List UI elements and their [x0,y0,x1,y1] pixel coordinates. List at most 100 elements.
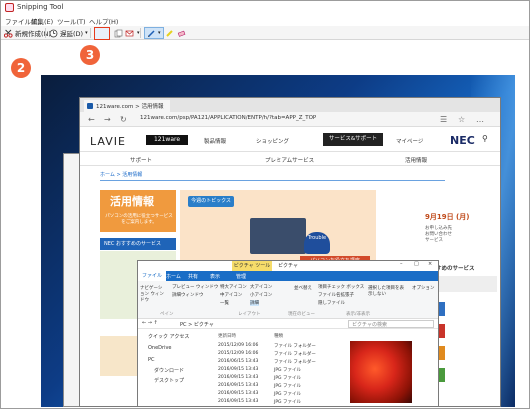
table-row[interactable]: 2015/12/09 16:06 ファイル フォルダー [214,351,340,358]
dropdown-arrow-icon: ▾ [85,30,88,36]
divider [100,180,445,181]
group-pane: ペイン [160,312,174,317]
view-medium[interactable]: 中アイコン [220,292,242,298]
ribbon-tab-share[interactable]: 共有 [188,273,198,280]
sub-nav: サポート プレミアムサービス 活用情報 [80,152,500,166]
pen-button[interactable]: ▾ [144,27,164,39]
clock-icon [49,29,58,37]
side-info: お申し込み先 お問い合わせ サービス [425,226,485,256]
ribbon-tab-manage[interactable]: 管理 [236,273,246,280]
column-modified[interactable]: 更新日時 [218,333,236,339]
column-type[interactable]: 種類 [274,333,283,339]
topics-label: 今週のトピックス [188,196,234,207]
sort-button[interactable]: 並べ替え [294,285,312,291]
row-type: JPG ファイル [274,384,301,389]
hide-selected-button[interactable]: 選択した項目を表示しない [368,285,404,297]
maximize-icon[interactable]: □ [414,261,419,267]
eraser-icon [177,30,186,37]
tree-quick-access[interactable]: クイック アクセス [148,333,189,340]
subnav-support[interactable]: サポート [130,156,152,164]
view-extra-large[interactable]: 特大アイコン [220,284,247,290]
view-small[interactable]: 小アイコン [250,292,272,298]
scissors-icon [4,29,13,38]
view-details[interactable]: 詳細 [250,300,259,306]
ribbon-tab-file[interactable]: ファイル [138,271,167,281]
search-input[interactable]: ピクチャの検索 [348,320,434,328]
checkbox-hidden[interactable]: 隠しファイル [318,300,345,306]
view-large[interactable]: 大アイコン [250,284,272,290]
nav-arrows-icon[interactable]: ← → ↑ [142,320,158,326]
subnav-premium[interactable]: プレミアムサービス [265,156,314,164]
ribbon-tab-home[interactable]: ホーム [166,273,181,280]
more-icon[interactable]: … [476,115,484,124]
picture-tools-tab[interactable]: ピクチャ ツール [232,261,272,271]
table-row[interactable]: 2016/09/15 13:43 JPG ファイル [214,375,340,382]
new-snip-button[interactable]: 新規作成(N) [4,27,51,39]
checkbox-items[interactable]: 項目チェック ボックス [318,284,364,290]
ribbon-tab-view[interactable]: 表示 [210,273,220,280]
tree-pc[interactable]: PC [148,357,155,363]
menu-bar: ファイル(F) 編集(E) ツール(T) ヘルプ(H) [1,15,529,26]
forward-icon[interactable]: → [104,115,111,124]
breadcrumb[interactable]: ホーム > 活用情報 [100,171,142,178]
view-list[interactable]: 一覧 [220,300,229,306]
browser-tab-bar: 121ware.com > 活用情報 [80,98,500,112]
tree-desktop[interactable]: デスクトップ [154,377,184,384]
options-button[interactable]: オプション [412,285,435,291]
toolbar-separator [45,28,46,38]
back-icon[interactable]: ← [88,115,95,124]
browser-tab[interactable]: 121ware.com > 活用情報 [84,100,170,112]
site-search-icon[interactable]: ⚲ [482,134,488,143]
tree-onedrive[interactable]: OneDrive [148,345,172,351]
details-pane-button[interactable]: 詳細ウィンドウ [172,292,204,298]
close-icon[interactable]: × [428,261,432,267]
nav-product[interactable]: 製品情報 [204,137,226,145]
list-header: 更新日時 種類 [214,333,340,340]
nec-logo[interactable]: NEC [450,134,475,147]
reading-list-icon[interactable]: ☰ [440,115,447,124]
ribbon-tabs: ファイル ホーム 共有 表示 管理 [138,271,438,281]
send-mail-icon [125,30,134,36]
checkbox-extensions[interactable]: ファイル名拡張子 [318,292,354,298]
site-header: LAVIE 121ware 製品情報 ショッピング サービス&サポート マイペー… [80,128,500,152]
lavie-logo[interactable]: LAVIE [90,135,126,148]
preview-pane-button[interactable]: プレビュー ウィンドウ [172,284,218,290]
window-title: Snipping Tool [17,3,64,11]
table-row[interactable]: 2016/09/15 13:43 JPG ファイル [214,399,340,406]
highlighter-button[interactable] [165,27,174,39]
file-explorer-window: ピクチャ ツール ピクチャ – □ × ファイル ホーム 共有 表示 管理 ナビ… [137,260,439,407]
tree-downloads[interactable]: ダウンロード [154,367,184,374]
table-row[interactable]: 2015/12/09 16:06 ファイル フォルダー [214,343,340,350]
send-snip-button[interactable]: ▾ [125,27,140,39]
nav-pane-button[interactable]: ナビゲーション ウィンドウ [140,285,166,303]
delay-button[interactable]: 遅延(D) ▾ [49,27,88,39]
captured-screenshot: 121ware.com > 活用情報 ← → ↻ 121ware.com/psp… [41,75,515,407]
address-bar[interactable]: 121ware.com/psp/PA121/APPLICATION/ENTP/h… [140,115,316,121]
side-line[interactable]: サービス [425,238,485,244]
address-path[interactable]: PC > ピクチャ [180,321,214,328]
snipping-tool-app-icon [5,3,14,12]
menu-tools[interactable]: ツール(T) [57,16,86,26]
menu-edit[interactable]: 編集(E) [31,16,53,26]
table-row[interactable]: 2016/09/15 13:43 JPG ファイル [214,367,340,374]
copy-button[interactable] [114,27,123,39]
group-current-view: 現在のビュー [288,312,315,317]
row-type: JPG ファイル [274,376,301,381]
table-row[interactable]: 2016/06/15 13:43 ファイル フォルダー [214,359,340,366]
subnav-katsuyo[interactable]: 活用情報 [405,156,427,164]
row-date: 2015/12/09 16:06 [218,343,259,348]
refresh-icon[interactable]: ↻ [120,115,127,124]
minimize-icon[interactable]: – [400,261,403,267]
eraser-button[interactable] [177,27,186,39]
row-date: 2016/09/15 13:43 [218,399,259,404]
nav-mypage[interactable]: マイページ [396,137,423,145]
table-row[interactable]: 2016/09/15 13:43 JPG ファイル [214,391,340,398]
nav-shopping[interactable]: ショッピング [256,137,289,145]
121ware-logo[interactable]: 121ware [146,135,188,145]
favorites-icon[interactable]: ☆ [458,115,465,124]
menu-help[interactable]: ヘルプ(H) [89,16,118,26]
nav-service-support[interactable]: サービス&サポート [323,133,383,146]
table-row[interactable]: 2016/09/15 13:43 JPG ファイル [214,383,340,390]
row-date: 2016/09/15 13:43 [218,391,259,396]
group-layout: レイアウト [238,312,261,317]
